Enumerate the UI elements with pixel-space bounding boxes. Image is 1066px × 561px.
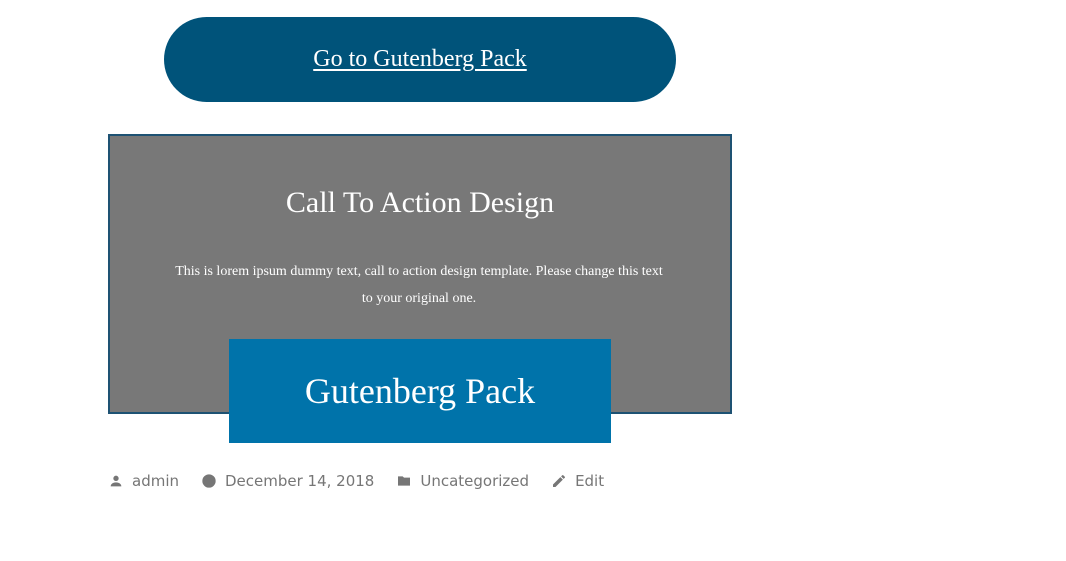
- cta-title: Call To Action Design: [285, 186, 555, 219]
- post-author-label: admin: [132, 472, 179, 490]
- go-to-gutenberg-pack-button[interactable]: Go to Gutenberg Pack: [164, 17, 676, 102]
- gutenberg-pack-button[interactable]: Gutenberg Pack: [229, 339, 611, 443]
- post-date[interactable]: December 14, 2018: [201, 472, 374, 490]
- post-edit[interactable]: Edit: [551, 472, 604, 490]
- post-edit-label: Edit: [575, 472, 605, 490]
- folder-icon: [396, 473, 412, 489]
- post-meta: admin December 14, 2018 Uncategorized Ed…: [108, 472, 626, 490]
- clock-icon: [201, 473, 217, 489]
- pencil-icon: [551, 473, 567, 489]
- cta-description: This is lorem ipsum dummy text, call to …: [175, 264, 663, 306]
- go-to-gutenberg-pack-link[interactable]: Go to Gutenberg Pack: [313, 46, 527, 73]
- post-date-label: December 14, 2018: [225, 472, 375, 490]
- person-icon: [108, 473, 124, 489]
- post-author[interactable]: admin: [108, 472, 179, 490]
- post-category-label: Uncategorized: [420, 472, 530, 490]
- post-category[interactable]: Uncategorized: [396, 472, 529, 490]
